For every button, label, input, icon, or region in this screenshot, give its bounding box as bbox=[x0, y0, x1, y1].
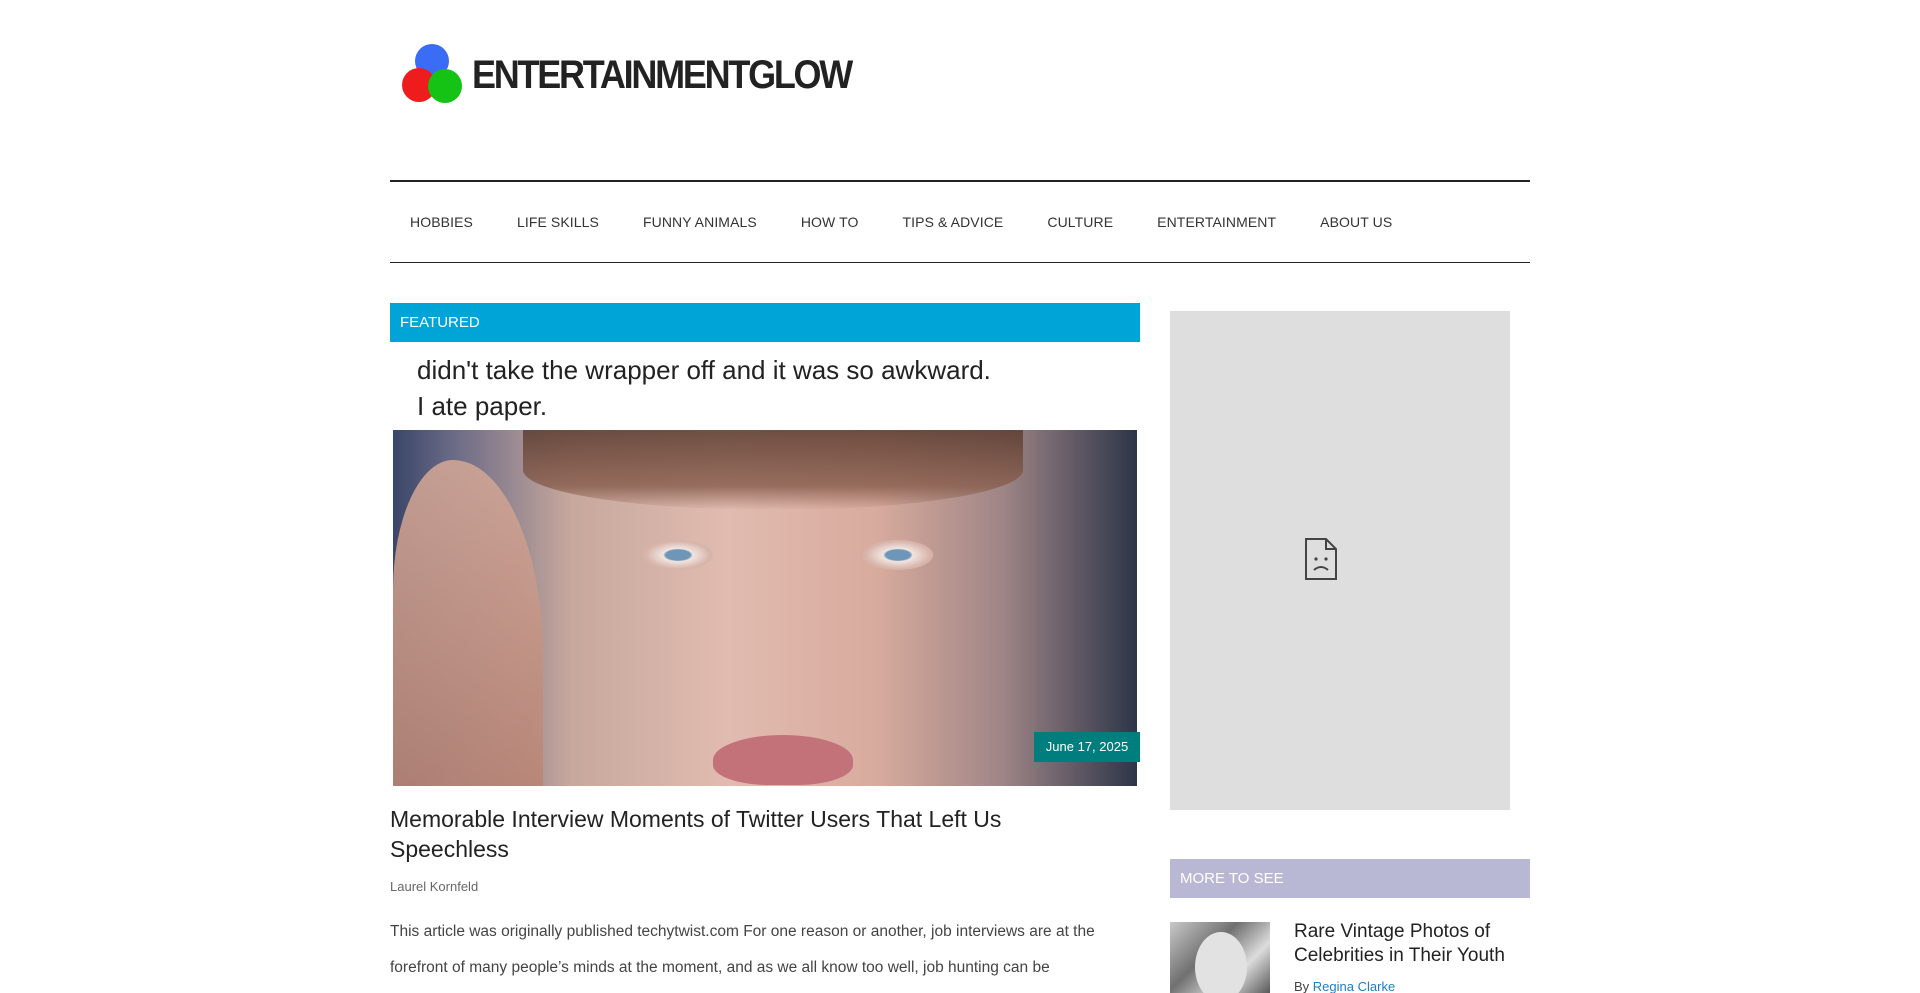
site-logo[interactable]: ENTERTAINMENTGLOW bbox=[400, 44, 893, 106]
article-author: Laurel Kornfeld bbox=[390, 879, 479, 894]
portrait-photo bbox=[393, 430, 1137, 786]
logo-circles-icon bbox=[400, 44, 464, 106]
nav-item-life-skills[interactable]: LIFE SKILLS bbox=[517, 214, 599, 230]
more-to-see-header: MORE TO SEE bbox=[1170, 859, 1530, 898]
sidebar-article-title-link[interactable]: Rare Vintage Photos of Celebrities in Th… bbox=[1294, 920, 1530, 968]
image-caption-line2: I ate paper. bbox=[417, 391, 548, 421]
date-badge: June 17, 2025 bbox=[1034, 732, 1140, 762]
nav-item-about-us[interactable]: ABOUT US bbox=[1320, 214, 1392, 230]
nav-item-funny-animals[interactable]: FUNNY ANIMALS bbox=[643, 214, 757, 230]
nav-item-entertainment[interactable]: ENTERTAINMENT bbox=[1157, 214, 1276, 230]
featured-article-image[interactable]: didn't take the wrapper off and it was s… bbox=[393, 360, 1137, 786]
image-caption-line1: didn't take the wrapper off and it was s… bbox=[417, 360, 991, 385]
article-excerpt: This article was originally published te… bbox=[390, 923, 1095, 976]
nav-item-how-to[interactable]: HOW TO bbox=[801, 214, 859, 230]
logo-text: ENTERTAINMENTGLOW bbox=[472, 52, 853, 97]
image-caption: didn't take the wrapper off and it was s… bbox=[393, 360, 1137, 430]
sidebar-author-link[interactable]: Regina Clarke bbox=[1313, 979, 1395, 993]
byline-prefix: By bbox=[1294, 979, 1310, 993]
main-nav: HOBBIES LIFE SKILLS FUNNY ANIMALS HOW TO… bbox=[390, 180, 1530, 263]
sidebar-article-byline: By Regina Clarke bbox=[1294, 979, 1395, 993]
article-title-link[interactable]: Memorable Interview Moments of Twitter U… bbox=[390, 804, 1110, 864]
featured-section-header: FEATURED bbox=[390, 303, 1140, 342]
site-header: ENTERTAINMENTGLOW bbox=[390, 0, 1530, 180]
nav-item-tips-advice[interactable]: TIPS & ADVICE bbox=[902, 214, 1003, 230]
broken-image-icon bbox=[1305, 538, 1337, 580]
nav-item-hobbies[interactable]: HOBBIES bbox=[410, 214, 473, 230]
ad-placeholder bbox=[1170, 311, 1510, 810]
sidebar-article-thumbnail[interactable] bbox=[1170, 922, 1270, 993]
nav-item-culture[interactable]: CULTURE bbox=[1047, 214, 1113, 230]
